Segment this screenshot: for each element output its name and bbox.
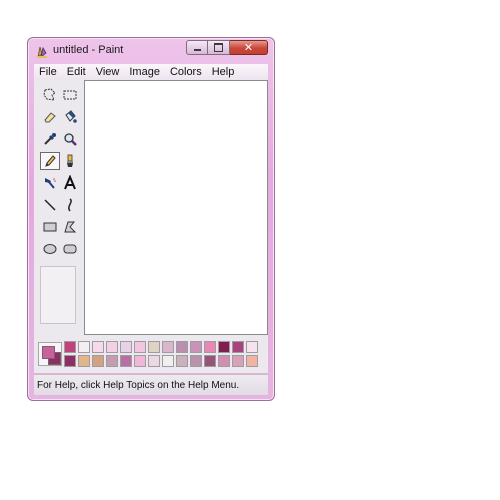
menu-help[interactable]: Help bbox=[207, 66, 240, 78]
airbrush-tool[interactable] bbox=[40, 174, 60, 192]
palette-swatches bbox=[64, 341, 259, 368]
palette-color-swatch[interactable] bbox=[148, 341, 160, 353]
brush-icon bbox=[67, 154, 73, 167]
menu-file[interactable]: File bbox=[34, 66, 62, 78]
paint-window: untitled - Paint ✕ File Edit View Image … bbox=[27, 37, 275, 401]
free-form-select-tool[interactable] bbox=[40, 86, 60, 104]
window-title: untitled - Paint bbox=[53, 44, 124, 56]
minimize-icon bbox=[193, 49, 201, 51]
palette-color-swatch[interactable] bbox=[232, 355, 244, 367]
palette-color-swatch[interactable] bbox=[176, 341, 188, 353]
foreground-color-swatch bbox=[42, 346, 55, 359]
palette-color-swatch[interactable] bbox=[218, 355, 230, 367]
client-area bbox=[34, 80, 268, 373]
palette-color-swatch[interactable] bbox=[204, 355, 216, 367]
palette-color-swatch[interactable] bbox=[246, 341, 258, 353]
canvas-area bbox=[84, 80, 268, 335]
palette-color-swatch[interactable] bbox=[134, 355, 146, 367]
palette-color-swatch[interactable] bbox=[64, 341, 76, 353]
paint-app-icon[interactable] bbox=[35, 44, 49, 59]
title-bar[interactable]: untitled - Paint ✕ bbox=[28, 38, 274, 64]
polygon-tool[interactable] bbox=[60, 218, 80, 236]
palette-color-swatch[interactable] bbox=[190, 355, 202, 367]
palette-color-swatch[interactable] bbox=[120, 355, 132, 367]
drawing-canvas[interactable] bbox=[85, 81, 265, 331]
airbrush-icon bbox=[45, 178, 56, 189]
menu-bar: File Edit View Image Colors Help bbox=[34, 64, 268, 81]
minimize-button[interactable] bbox=[186, 40, 208, 55]
palette-color-swatch[interactable] bbox=[120, 341, 132, 353]
palette-color-swatch[interactable] bbox=[78, 355, 90, 367]
caption-buttons: ✕ bbox=[186, 40, 268, 56]
close-button[interactable]: ✕ bbox=[230, 40, 268, 55]
palette-color-swatch[interactable] bbox=[106, 341, 118, 353]
text-tool[interactable] bbox=[60, 174, 80, 192]
palette-color-swatch[interactable] bbox=[204, 341, 216, 353]
rounded-rectangle-tool[interactable] bbox=[60, 240, 80, 258]
color-palette bbox=[34, 335, 268, 373]
tool-options-box[interactable] bbox=[40, 266, 76, 324]
pick-color-icon bbox=[44, 133, 56, 145]
ellipse-icon bbox=[43, 244, 57, 254]
menu-image[interactable]: Image bbox=[124, 66, 165, 78]
palette-color-swatch[interactable] bbox=[78, 341, 90, 353]
palette-color-swatch[interactable] bbox=[190, 341, 202, 353]
palette-color-swatch[interactable] bbox=[134, 341, 146, 353]
palette-color-swatch[interactable] bbox=[246, 355, 258, 367]
magnifier-icon bbox=[64, 133, 77, 146]
free-form-select-icon bbox=[43, 88, 56, 101]
maximize-icon bbox=[214, 43, 223, 52]
palette-color-swatch[interactable] bbox=[232, 341, 244, 353]
menu-edit[interactable]: Edit bbox=[62, 66, 91, 78]
curve-icon bbox=[68, 198, 72, 212]
maximize-button[interactable] bbox=[208, 40, 230, 55]
rectangle-icon bbox=[43, 222, 57, 232]
line-icon bbox=[44, 199, 56, 211]
status-bar: For Help, click Help Topics on the Help … bbox=[34, 374, 268, 395]
text-icon bbox=[64, 175, 76, 190]
magnifier-tool[interactable] bbox=[60, 130, 80, 148]
brush-tool[interactable] bbox=[60, 152, 80, 170]
palette-color-swatch[interactable] bbox=[106, 355, 118, 367]
palette-color-swatch[interactable] bbox=[176, 355, 188, 367]
rounded-rectangle-icon bbox=[63, 244, 77, 254]
pick-color-tool[interactable] bbox=[40, 130, 60, 148]
palette-color-swatch[interactable] bbox=[218, 341, 230, 353]
toolbox bbox=[34, 80, 84, 373]
palette-color-swatch[interactable] bbox=[148, 355, 160, 367]
curve-tool[interactable] bbox=[60, 196, 80, 214]
pencil-tool[interactable] bbox=[40, 152, 60, 170]
fill-with-color-tool[interactable] bbox=[60, 108, 80, 126]
palette-color-swatch[interactable] bbox=[162, 355, 174, 367]
eraser-icon bbox=[44, 112, 56, 123]
rectangle-tool[interactable] bbox=[40, 218, 60, 236]
line-tool[interactable] bbox=[40, 196, 60, 214]
menu-colors[interactable]: Colors bbox=[165, 66, 207, 78]
palette-color-swatch[interactable] bbox=[162, 341, 174, 353]
menu-view[interactable]: View bbox=[91, 66, 125, 78]
select-icon bbox=[63, 90, 77, 100]
polygon-icon bbox=[64, 221, 77, 233]
palette-color-swatch[interactable] bbox=[92, 341, 104, 353]
current-colors-indicator bbox=[38, 342, 62, 366]
palette-color-swatch[interactable] bbox=[92, 355, 104, 367]
fill-with-color-icon bbox=[65, 110, 77, 123]
status-text: For Help, click Help Topics on the Help … bbox=[37, 379, 240, 391]
ellipse-tool[interactable] bbox=[40, 240, 60, 258]
palette-color-swatch[interactable] bbox=[64, 355, 76, 367]
eraser-tool[interactable] bbox=[40, 108, 60, 126]
close-icon: ✕ bbox=[243, 41, 254, 54]
select-tool[interactable] bbox=[60, 86, 80, 104]
pencil-icon bbox=[45, 155, 56, 167]
